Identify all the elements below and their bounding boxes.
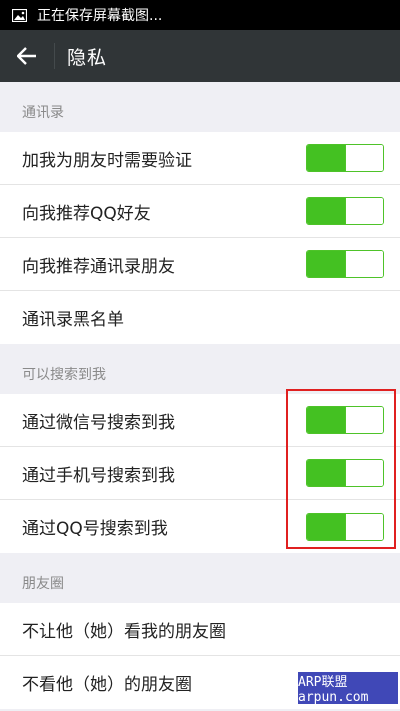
- row-label: 通过手机号搜索到我: [22, 465, 175, 486]
- settings-list: 通讯录 加我为朋友时需要验证 向我推荐QQ好友 向我推荐通讯录朋友 通讯录黑名单…: [0, 82, 400, 709]
- row-label: 通讯录黑名单: [22, 310, 124, 330]
- page-title: 隐私: [67, 46, 108, 69]
- title-bar: 隐私: [0, 30, 400, 82]
- back-button[interactable]: [0, 30, 54, 82]
- toggle-switch[interactable]: [306, 406, 384, 434]
- row-recommend-contacts[interactable]: 向我推荐通讯录朋友: [0, 238, 400, 291]
- row-label: 加我为朋友时需要验证: [22, 150, 192, 171]
- row-recommend-qq-friends[interactable]: 向我推荐QQ好友: [0, 185, 400, 238]
- row-contacts-blacklist[interactable]: 通讯录黑名单: [0, 291, 400, 344]
- image-icon: [12, 8, 27, 22]
- toggle-switch[interactable]: [306, 144, 384, 172]
- toggle-switch[interactable]: [306, 459, 384, 487]
- watermark: ARP联盟 arpun.com: [298, 672, 398, 705]
- row-label: 向我推荐QQ好友: [22, 203, 151, 224]
- title-divider: [54, 43, 55, 69]
- status-text: 正在保存屏幕截图...: [37, 8, 163, 24]
- section-header-contacts: 通讯录: [22, 105, 64, 121]
- row-label: 向我推荐通讯录朋友: [22, 256, 175, 277]
- toggle-switch[interactable]: [306, 197, 384, 225]
- back-arrow-icon: [17, 47, 36, 65]
- toggle-switch[interactable]: [306, 512, 384, 541]
- row-hide-my-moments[interactable]: 不让他（她）看我的朋友圈: [0, 603, 400, 656]
- row-require-verification[interactable]: 加我为朋友时需要验证: [0, 132, 400, 185]
- section-header-moments: 朋友圈: [22, 576, 64, 592]
- toggle-switch[interactable]: [306, 250, 384, 278]
- row-label: 不看他（她）的朋友圈: [22, 675, 192, 695]
- row-search-by-wechat-id[interactable]: 通过微信号搜索到我: [0, 394, 400, 447]
- row-search-by-qq[interactable]: 通过QQ号搜索到我: [0, 500, 400, 553]
- row-label: 通过微信号搜索到我: [22, 412, 175, 433]
- row-label: 不让他（她）看我的朋友圈: [22, 621, 226, 642]
- section-header-searchable: 可以搜索到我: [22, 367, 106, 383]
- status-bar: 正在保存屏幕截图...: [0, 0, 400, 30]
- row-label: 通过QQ号搜索到我: [22, 519, 168, 539]
- row-search-by-phone[interactable]: 通过手机号搜索到我: [0, 447, 400, 500]
